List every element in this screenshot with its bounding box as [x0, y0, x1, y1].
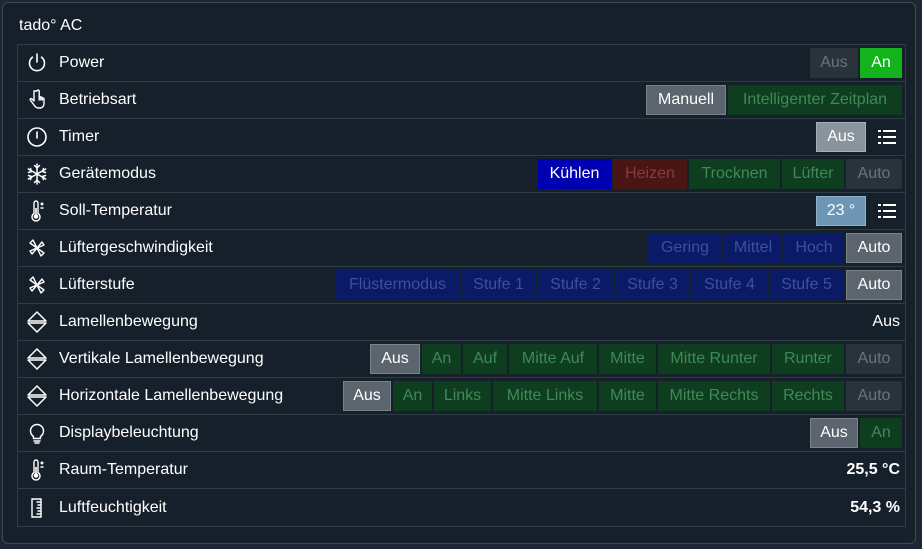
clock-icon	[24, 124, 50, 150]
fan-level-auto-button[interactable]: Auto	[846, 270, 902, 300]
row-geraetemodus: Gerätemodus Kühlen Heizen Trocknen Lüfte…	[18, 156, 905, 193]
row-label: Lüfterstufe	[59, 276, 135, 293]
vswing-mid-down-button[interactable]: Mitte Runter	[658, 344, 770, 374]
hswing-auto-button[interactable]: Auto	[846, 381, 902, 411]
power-on-button[interactable]: An	[860, 48, 902, 78]
timer-off-button[interactable]: Aus	[816, 122, 866, 152]
fan-speed-medium-button[interactable]: Mittel	[724, 233, 782, 263]
fan-speed-auto-button[interactable]: Auto	[846, 233, 902, 263]
row-raum-temperatur: Raum-Temperatur 25,5 °C	[18, 452, 905, 489]
swing-icon	[24, 383, 50, 409]
fan-level-5-button[interactable]: Stufe 5	[769, 270, 844, 300]
mode-manual-button[interactable]: Manuell	[646, 85, 726, 115]
row-label: Vertikale Lamellenbewegung	[59, 350, 264, 367]
row-label: Lüftergeschwindigkeit	[59, 239, 213, 256]
fan-speed-low-button[interactable]: Gering	[648, 233, 722, 263]
thermometer-icon	[24, 457, 50, 483]
hswing-off-button[interactable]: Aus	[343, 381, 391, 411]
row-label: Lamellenbewegung	[59, 313, 198, 330]
thermometer-icon	[24, 198, 50, 224]
row-soll-temperatur: Soll-Temperatur 23 °	[18, 193, 905, 230]
vswing-on-button[interactable]: An	[422, 344, 461, 374]
row-label: Timer	[59, 128, 100, 145]
fan-icon	[24, 272, 50, 298]
fan-level-4-button[interactable]: Stufe 4	[692, 270, 767, 300]
row-label: Luftfeuchtigkeit	[59, 498, 167, 516]
snowflake-icon	[24, 161, 50, 187]
vswing-off-button[interactable]: Aus	[370, 344, 420, 374]
swing-status-value: Aus	[872, 313, 900, 330]
swing-icon	[24, 309, 50, 335]
list-icon[interactable]	[876, 126, 898, 148]
hswing-on-button[interactable]: An	[393, 381, 432, 411]
fan-level-1-button[interactable]: Stufe 1	[461, 270, 536, 300]
row-vertikale-lamellenbewegung: Vertikale Lamellenbewegung Aus An Auf Mi…	[18, 341, 905, 378]
hswing-mid-right-button[interactable]: Mitte Rechts	[658, 381, 770, 411]
room-temperature-value: 25,5 °C	[846, 461, 900, 478]
hswing-left-button[interactable]: Links	[434, 381, 491, 411]
vswing-mid-up-button[interactable]: Mitte Auf	[509, 344, 597, 374]
mode-cool-button[interactable]: Kühlen	[538, 159, 611, 189]
vswing-mid-button[interactable]: Mitte	[599, 344, 656, 374]
card-title: tado° AC	[19, 17, 83, 34]
control-list: Power Aus An Betriebsart Manuell Intelli…	[17, 44, 906, 527]
setpoint-button[interactable]: 23 °	[816, 196, 866, 226]
tado-ac-card: tado° AC Power Aus An Betriebsart Manuel…	[2, 2, 916, 544]
list-icon[interactable]	[876, 200, 898, 222]
power-off-button[interactable]: Aus	[810, 48, 858, 78]
mode-fan-button[interactable]: Lüfter	[782, 159, 844, 189]
row-label: Gerätemodus	[59, 165, 156, 182]
row-label: Soll-Temperatur	[59, 202, 172, 219]
row-lufterstufe: Lüfterstufe Flüstermodus Stufe 1 Stufe 2…	[18, 267, 905, 304]
lightbulb-icon	[24, 420, 50, 446]
mode-smart-schedule-button[interactable]: Intelligenter Zeitplan	[728, 85, 902, 115]
vswing-down-button[interactable]: Runter	[772, 344, 844, 374]
fan-level-2-button[interactable]: Stufe 2	[538, 270, 613, 300]
row-label: Horizontale Lamellenbewegung	[59, 387, 284, 404]
hand-pointer-icon	[24, 87, 50, 113]
row-timer: Timer Aus	[18, 119, 905, 156]
hswing-mid-left-button[interactable]: Mitte Links	[493, 381, 597, 411]
row-power: Power Aus An	[18, 45, 905, 82]
hswing-right-button[interactable]: Rechts	[772, 381, 844, 411]
mode-heat-button[interactable]: Heizen	[613, 159, 687, 189]
row-horizontale-lamellenbewegung: Horizontale Lamellenbewegung Aus An Link…	[18, 378, 905, 415]
vswing-auto-button[interactable]: Auto	[846, 344, 902, 374]
vswing-up-button[interactable]: Auf	[463, 344, 507, 374]
mode-auto-button[interactable]: Auto	[846, 159, 902, 189]
row-luftfeuchtigkeit: Luftfeuchtigkeit 54,3 %	[18, 489, 905, 526]
power-icon	[24, 50, 50, 76]
display-light-on-button[interactable]: An	[860, 418, 902, 448]
fan-icon	[24, 235, 50, 261]
swing-icon	[24, 346, 50, 372]
fan-level-3-button[interactable]: Stufe 3	[615, 270, 690, 300]
row-label: Betriebsart	[59, 91, 137, 108]
row-label: Raum-Temperatur	[59, 461, 188, 478]
hswing-mid-button[interactable]: Mitte	[599, 381, 656, 411]
row-label: Displaybeleuchtung	[59, 424, 199, 441]
row-luftergeschwindigkeit: Lüftergeschwindigkeit Gering Mittel Hoch…	[18, 230, 905, 267]
display-light-off-button[interactable]: Aus	[810, 418, 858, 448]
mode-dry-button[interactable]: Trocknen	[689, 159, 780, 189]
row-betriebsart: Betriebsart Manuell Intelligenter Zeitpl…	[18, 82, 905, 119]
fan-level-whisper-button[interactable]: Flüstermodus	[336, 270, 459, 300]
humidity-value: 54,3 %	[850, 498, 900, 516]
row-displaybeleuchtung: Displaybeleuchtung Aus An	[18, 415, 905, 452]
row-lamellenbewegung: Lamellenbewegung Aus	[18, 304, 905, 341]
fan-speed-high-button[interactable]: Hoch	[784, 233, 844, 263]
humidity-icon	[24, 495, 50, 521]
row-label: Power	[59, 54, 105, 71]
